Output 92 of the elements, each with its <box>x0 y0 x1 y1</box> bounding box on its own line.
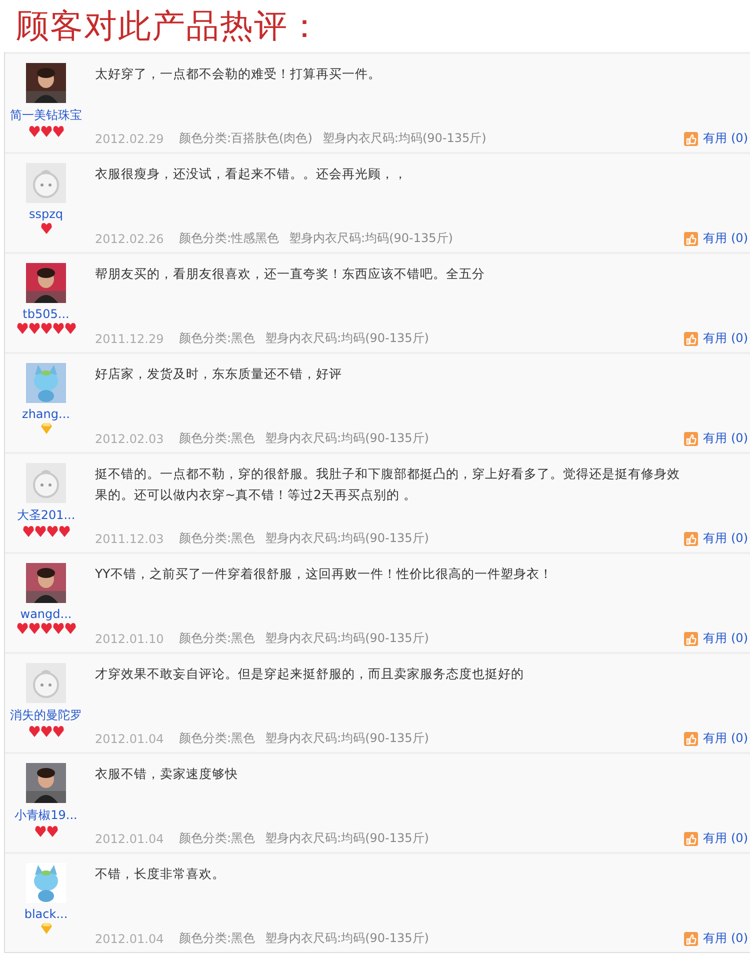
review-text: YY不错，之前买了一件穿着很舒服，这回再败一件！性价比很高的一件塑身衣！ <box>95 565 554 583</box>
thumbs-up-icon <box>684 632 698 646</box>
review-text: 帮朋友买的，看朋友很喜欢，还一直夸奖！东西应该不错吧。全五分 <box>95 265 486 283</box>
thumbs-up-icon <box>684 132 698 146</box>
heart-icon <box>52 623 64 634</box>
heart-icon <box>28 726 40 737</box>
thumbs-up-icon <box>684 732 698 746</box>
color-spec: 颜色分类:性感黑色 <box>179 230 280 247</box>
color-spec: 颜色分类:黑色 <box>179 930 256 947</box>
thumbs-up-icon <box>684 832 698 846</box>
review-text: 才穿效果不敢妄自评论。但是穿起来挺舒服的，而且卖家服务态度也挺好的 <box>95 665 525 683</box>
user-name[interactable]: tb505... <box>22 307 70 321</box>
size-spec: 塑身内衣尺码:均码(90-135斤) <box>265 730 429 747</box>
thumbs-up-icon <box>684 332 698 346</box>
useful-link[interactable]: 有用 (0) <box>684 930 750 947</box>
heart-icon <box>58 526 70 537</box>
size-spec: 塑身内衣尺码:均码(90-135斤) <box>265 530 429 547</box>
review-date: 2012.02.26 <box>95 232 165 246</box>
heart-icon <box>40 126 52 137</box>
review-date: 2012.02.03 <box>95 432 165 446</box>
thumbs-up-icon <box>684 932 698 946</box>
review-date: 2011.12.29 <box>95 332 165 346</box>
review-date: 2012.01.04 <box>95 932 165 946</box>
heart-icon <box>52 126 64 137</box>
size-spec: 塑身内衣尺码:均码(90-135斤) <box>322 130 486 147</box>
size-spec: 塑身内衣尺码:均码(90-135斤) <box>265 330 429 347</box>
user-name[interactable]: sspzq <box>28 207 64 221</box>
heart-icon <box>46 826 58 837</box>
user-name[interactable]: 大圣201... <box>16 507 76 524</box>
useful-link[interactable]: 有用 (0) <box>684 230 750 247</box>
heart-icon <box>64 323 76 334</box>
color-spec: 颜色分类:百搭肤色(肉色) <box>179 130 312 147</box>
heart-icon <box>28 323 40 334</box>
useful-link[interactable]: 有用 (0) <box>684 130 750 147</box>
review-text: 不错，长度非常喜欢。 <box>95 865 226 883</box>
useful-link[interactable]: 有用 (0) <box>684 730 750 747</box>
user-name[interactable]: 简一美钻珠宝 <box>10 107 82 124</box>
review-text: 太好穿了，一点都不会勒的难受！打算再买一件。 <box>95 65 382 83</box>
heart-icon <box>34 526 46 537</box>
review-date: 2012.01.04 <box>95 832 165 846</box>
review-date: 2012.01.04 <box>95 732 165 746</box>
useful-link[interactable]: 有用 (0) <box>684 830 750 847</box>
useful-link[interactable]: 有用 (0) <box>684 330 750 347</box>
heart-icon <box>46 526 58 537</box>
thumbs-up-icon <box>684 432 698 446</box>
review-date: 2011.12.03 <box>95 532 165 546</box>
useful-link[interactable]: 有用 (0) <box>684 630 750 647</box>
default-avatar-icon <box>26 463 66 503</box>
user-name[interactable]: wangd... <box>20 607 72 621</box>
color-spec: 颜色分类:黑色 <box>179 830 256 847</box>
size-spec: 塑身内衣尺码:均码(90-135斤) <box>265 930 429 947</box>
review-date: 2012.01.10 <box>95 632 165 646</box>
heart-icon <box>40 223 52 234</box>
heart-icon <box>52 726 64 737</box>
color-spec: 颜色分类:黑色 <box>179 530 256 547</box>
thumbs-up-icon <box>684 232 698 246</box>
color-spec: 颜色分类:黑色 <box>179 430 256 447</box>
heart-icon <box>34 826 46 837</box>
size-spec: 塑身内衣尺码:均码(90-135斤) <box>265 430 429 447</box>
heart-icon <box>52 323 64 334</box>
heart-icon <box>28 126 40 137</box>
section-title: 顾客对此产品热评： <box>15 5 323 47</box>
color-spec: 颜色分类:黑色 <box>179 330 256 347</box>
heart-icon <box>40 323 52 334</box>
user-name[interactable]: 消失的曼陀罗 <box>10 707 82 724</box>
user-name[interactable]: black... <box>24 907 68 921</box>
review-text: 衣服不错，卖家速度够快 <box>95 765 239 783</box>
review-date: 2012.02.29 <box>95 132 165 146</box>
heart-icon <box>16 623 28 634</box>
heart-icon <box>16 323 28 334</box>
review-text: 好店家，发货及时，东东质量还不错，好评 <box>95 365 343 383</box>
default-avatar-icon <box>26 163 66 203</box>
diamond-icon <box>40 923 52 934</box>
useful-link[interactable]: 有用 (0) <box>684 530 750 547</box>
user-name[interactable]: 小青椒19... <box>14 807 78 824</box>
heart-icon <box>28 623 40 634</box>
user-name[interactable]: zhang... <box>22 407 70 421</box>
color-spec: 颜色分类:黑色 <box>179 630 256 647</box>
useful-link[interactable]: 有用 (0) <box>684 430 750 447</box>
heart-icon <box>22 526 34 537</box>
default-avatar-icon <box>26 663 66 703</box>
heart-icon <box>64 623 76 634</box>
color-spec: 颜色分类:黑色 <box>179 730 256 747</box>
review-text: 衣服很瘦身，还没试，看起来不错。。还会再光顾，， <box>95 165 408 183</box>
size-spec: 塑身内衣尺码:均码(90-135斤) <box>265 830 429 847</box>
thumbs-up-icon <box>684 532 698 546</box>
review-text: 挺不错的。一点都不勒，穿的很舒服。我肚子和下腹部都挺凸的，穿上好看多了。觉得还是挺有修身效果的。还可以做内衣穿~真不错！等过2天再买点别的 。 <box>95 465 681 504</box>
size-spec: 塑身内衣尺码:均码(90-135斤) <box>265 630 429 647</box>
size-spec: 塑身内衣尺码:均码(90-135斤) <box>289 230 453 247</box>
heart-icon <box>40 726 52 737</box>
diamond-icon <box>40 423 52 434</box>
heart-icon <box>40 623 52 634</box>
